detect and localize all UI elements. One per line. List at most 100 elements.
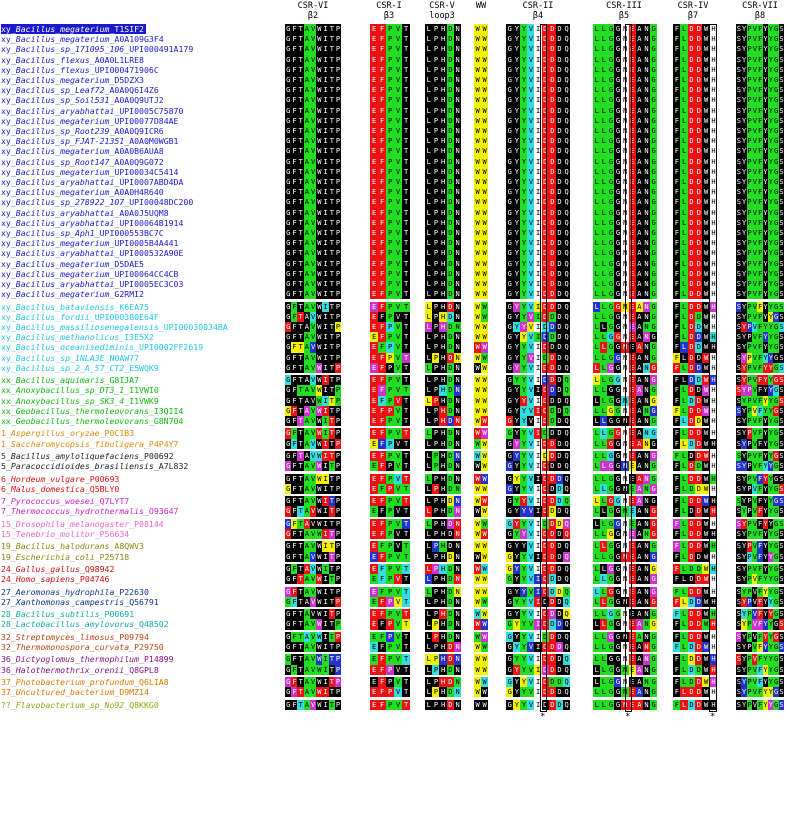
alignment-cell-group: GFTAVWITP [285, 362, 342, 373]
alignment-cell-group: EFPVT [370, 631, 411, 642]
residue: N [453, 126, 462, 137]
alignment-cell-group: GFTAVWITP [285, 586, 342, 597]
residue: W [481, 654, 489, 665]
alignment-cell-group: GFTAVWITP [285, 34, 342, 45]
residue: T [402, 311, 411, 322]
alignment-cell-group: GFTAVWITP [285, 54, 342, 65]
alignment-cell-group: LPHDN [425, 126, 462, 137]
group-prefix: xy [1, 106, 11, 116]
residue: P [334, 136, 342, 147]
alignment-cell-group: GFTAVWITP [285, 197, 342, 208]
alignment-cell-group: GFTAVWITP [285, 687, 342, 698]
residue: T [402, 197, 411, 208]
accession-id: T1SIF2 [114, 24, 144, 34]
sequence-label: 15_Drosophila_melanogaster_P08144 [1, 519, 164, 529]
alignment-cell-group: WW [474, 146, 489, 157]
accession-id: A0A0H4R640 [114, 187, 163, 197]
residue: N [453, 311, 462, 322]
header-csr-i: CSR-I [359, 1, 419, 11]
conserved-column-outline [625, 24, 632, 712]
residue: W [481, 95, 489, 106]
alignment-cell-group: EFPVT [370, 677, 411, 688]
residue: Q [562, 451, 571, 462]
residue: G [649, 166, 658, 177]
alignment-cell-group: EFPVT [370, 54, 411, 65]
alignment-cell-group: EFPVT [370, 187, 411, 198]
residue: P [334, 631, 342, 642]
group-prefix: 37 [1, 677, 11, 687]
accession-id: UPI00064B1914 [119, 218, 183, 228]
alignment-cell-group: LPHDN [425, 506, 462, 517]
alignment-cell-group: LPHDN [425, 631, 462, 642]
alignment-cell-group: SYPVFYYGS [736, 529, 785, 540]
alignment-cell-group: GFTAVWITP [285, 609, 342, 620]
alignment-cell-group: GYYVIDDDQ [506, 506, 571, 517]
accession-id: Q48502 [139, 619, 169, 629]
alignment-cell-group: SYPVFYYGS [736, 395, 785, 406]
alignment-cell-group: SYPVFYYGS [736, 177, 785, 188]
residue: N [453, 342, 462, 353]
residue: G [649, 156, 658, 167]
alignment-cell-group: LPHDN [425, 136, 462, 147]
residue: P [334, 342, 342, 353]
alignment-cell-group: LPHDN [425, 217, 462, 228]
alignment-cell-group: GYYVIDDDQ [506, 451, 571, 462]
sequence-label: xy_Bacillus_megaterium_G2RMI2 [1, 289, 144, 299]
alignment-cell-group: GFTAVWITP [285, 438, 342, 449]
residue: W [481, 473, 489, 484]
alignment-cell-group: GYYVIDDDQ [506, 146, 571, 157]
alignment-cell-group: SYPVFYYGS [736, 451, 785, 462]
alignment-cell-group: WW [474, 483, 489, 494]
alignment-cell-group: WW [474, 64, 489, 75]
accession-id: P14899 [144, 654, 174, 664]
alignment-cell-group: LPHDN [425, 95, 462, 106]
alignment-cell-group: EFPVT [370, 506, 411, 517]
residue: S [778, 268, 785, 279]
residue: G [649, 268, 658, 279]
group-prefix: xx [1, 396, 11, 406]
residue: Q [562, 54, 571, 65]
alignment-cell-group: SYPVFYYGS [736, 228, 785, 239]
residue: S [778, 248, 785, 259]
alignment-cell-group: EFPVT [370, 268, 411, 279]
alignment-cell-group: SYPVFYYGS [736, 136, 785, 147]
residue: G [649, 248, 658, 259]
alignment-cell-group: GYYVIDDDQ [506, 428, 571, 439]
header-sub-4: β4 [508, 11, 568, 21]
alignment-cell-group: WW [474, 677, 489, 688]
alignment-cell-group: GFTAVWITP [285, 166, 342, 177]
residue: Q [562, 311, 571, 322]
alignment-cell-group: GFTAVWITP [285, 207, 342, 218]
alignment-cell-group: WW [474, 664, 489, 675]
alignment-cell-group: SYPVFYYGS [736, 105, 785, 116]
group-prefix: xy [1, 312, 11, 322]
residue: S [778, 375, 785, 386]
residue: Q [562, 289, 571, 300]
residue: Q [562, 126, 571, 137]
alignment-cell-group: WW [474, 311, 489, 322]
species-name: Homo_sapiens [16, 574, 75, 584]
residue: T [402, 564, 411, 575]
alignment-cell-group: SYPVFYYGS [736, 156, 785, 167]
residue: N [453, 258, 462, 269]
residue: W [481, 586, 489, 597]
residue: P [334, 405, 342, 416]
residue: N [453, 664, 462, 675]
alignment-cell-group: EFPVT [370, 177, 411, 188]
alignment-cell-group: LPHDN [425, 248, 462, 259]
residue: P [334, 473, 342, 484]
alignment-cell-group: GYYVIDDDQ [506, 352, 571, 363]
residue: T [402, 677, 411, 688]
residue: Q [562, 115, 571, 126]
sequence-label: 24_Gallus_gallus_Q98942 [1, 564, 114, 574]
group-prefix: xy [1, 197, 11, 207]
residue: T [402, 518, 411, 529]
residue: N [453, 541, 462, 552]
residue: S [778, 586, 785, 597]
residue: S [778, 64, 785, 75]
residue: N [453, 654, 462, 665]
residue: N [453, 228, 462, 239]
residue: P [334, 268, 342, 279]
alignment-cell-group: WW [474, 451, 489, 462]
species-name: Pyrococcus_woesei [11, 496, 95, 506]
